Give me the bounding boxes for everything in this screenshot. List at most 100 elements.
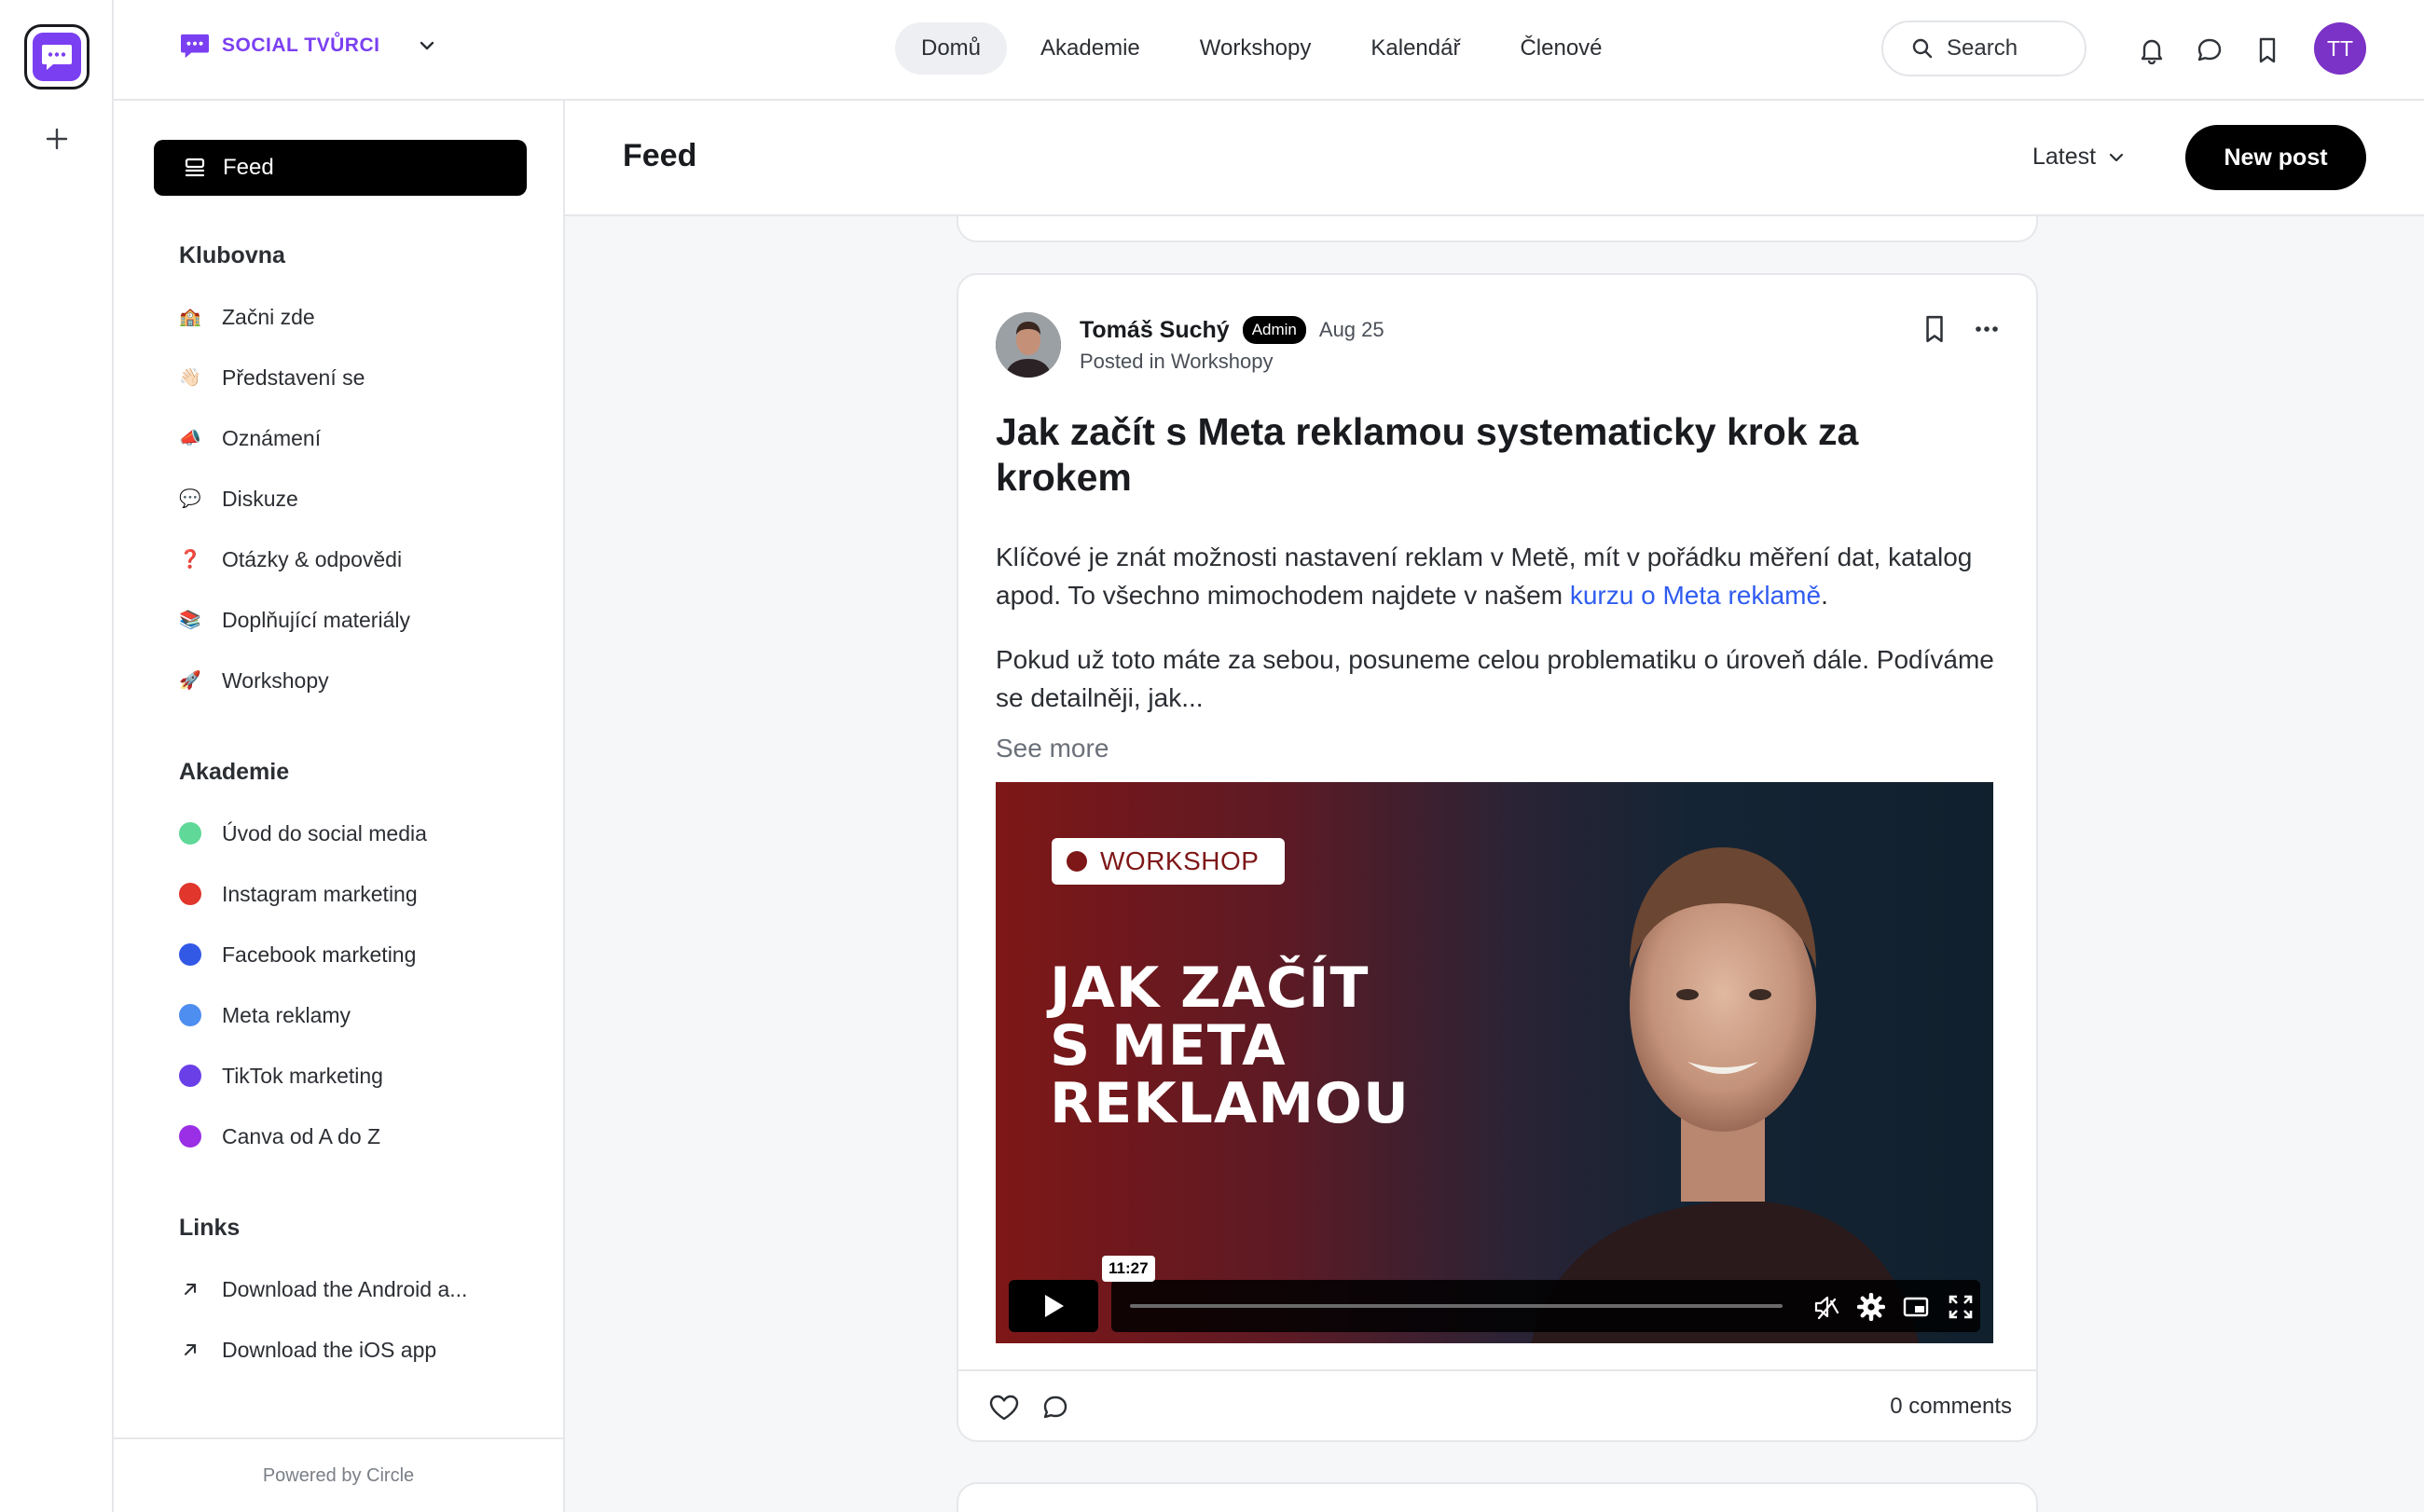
author-line: Tomáš Suchý Admin Aug 25 [1080, 316, 1384, 344]
messages-icon[interactable] [2191, 32, 2228, 69]
nav-kalendar[interactable]: Kalendář [1344, 22, 1486, 75]
nav-clenove[interactable]: Členové [1494, 22, 1628, 75]
add-community-plus-icon[interactable] [41, 123, 73, 155]
color-dot [179, 1065, 201, 1087]
rocket-icon: 🚀 [179, 671, 201, 691]
post-footer: 0 comments [958, 1369, 2036, 1442]
nav-akademie[interactable]: Akademie [1014, 22, 1166, 75]
sort-dropdown[interactable]: Latest [2032, 144, 2124, 171]
sidebar-item-uvod[interactable]: Úvod do social media [179, 810, 427, 857]
course-link[interactable]: kurzu o Meta reklamě [1570, 581, 1821, 610]
bookmark-icon[interactable] [1922, 314, 1947, 344]
sidebar-item-predstaveni[interactable]: 👋🏻 Představení se [179, 354, 365, 401]
sidebar-item-feed[interactable]: Feed [154, 140, 527, 196]
main-content: Tomáš Suchý Admin Aug 25 Posted in Works… [565, 101, 2424, 1512]
sidebar-item-meta[interactable]: Meta reklamy [179, 992, 351, 1038]
sidebar-item-oznameni[interactable]: 📣 Oznámení [179, 415, 321, 461]
fullscreen-icon[interactable] [1947, 1293, 1975, 1321]
sidebar-item-label: Začni zde [222, 304, 315, 329]
video-player[interactable]: WORKSHOP JAK ZAČÍT S META REKLAMOU 11:27 [996, 782, 1993, 1343]
community-switcher-logo[interactable] [24, 24, 90, 89]
post-body-paragraph-1: Klíčové je znát možnosti nastavení rekla… [996, 538, 2003, 614]
video-duration-tooltip: 11:27 [1102, 1256, 1155, 1282]
new-post-button[interactable]: New post [2185, 125, 2366, 190]
school-icon: 🏫 [179, 308, 201, 327]
bell-icon[interactable] [2133, 32, 2170, 69]
nav-domu[interactable]: Domů [895, 22, 1008, 75]
picture-in-picture-icon[interactable] [1902, 1293, 1930, 1321]
play-button[interactable] [1009, 1280, 1098, 1332]
arrow-up-right-icon [179, 1339, 201, 1361]
sidebar-item-label: Feed [223, 155, 274, 180]
sidebar: Feed Klubovna 🏫 Začni zde 👋🏻 Představení s… [114, 101, 565, 1512]
sidebar-item-label: Oznámení [222, 425, 322, 450]
nav-workshopy[interactable]: Workshopy [1174, 22, 1338, 75]
workshop-badge: WORKSHOP [1052, 838, 1286, 885]
posted-in[interactable]: Posted in Workshopy [1080, 350, 1273, 374]
brand[interactable]: SOCIAL TVŮRCI [179, 32, 435, 60]
brand-name: SOCIAL TVŮRCI [222, 34, 380, 56]
bookmark-icon[interactable] [2249, 32, 2286, 69]
presenter-image [1531, 847, 1919, 1343]
more-options-icon[interactable] [1975, 325, 1999, 333]
sidebar-item-materialy[interactable]: 📚 Doplňující materiály [179, 597, 410, 643]
progress-track[interactable] [1130, 1304, 1783, 1308]
sidebar-item-label: Download the iOS app [222, 1337, 437, 1362]
question-mark-icon: ❓ [179, 550, 201, 570]
search-button[interactable]: Search [1881, 21, 2087, 76]
sidebar-item-label: Canva od A do Z [222, 1123, 381, 1148]
sidebar-item-instagram[interactable]: Instagram marketing [179, 871, 418, 917]
sidebar-item-workshopy[interactable]: 🚀 Workshopy [179, 657, 329, 704]
video-title-line: S META [1050, 1013, 1287, 1079]
sidebar-item-otazky[interactable]: ❓ Otázky & odpovědi [179, 536, 402, 583]
chevron-down-icon[interactable] [419, 40, 435, 51]
heart-icon[interactable] [988, 1394, 1020, 1422]
sidebar-item-label: Otázky & odpovědi [222, 546, 403, 571]
sidebar-item-label: Meta reklamy [222, 1002, 351, 1027]
sidebar-item-facebook[interactable]: Facebook marketing [179, 931, 416, 978]
section-title-klubovna: Klubovna [179, 242, 285, 268]
volume-muted-icon[interactable] [1812, 1293, 1840, 1321]
sidebar-item-label: Představení se [222, 364, 365, 390]
comment-icon[interactable] [1040, 1394, 1070, 1422]
admin-badge: Admin [1242, 316, 1306, 344]
comments-count[interactable]: 0 comments [1890, 1394, 2012, 1420]
post-tools [1922, 314, 1999, 344]
color-dot [179, 943, 201, 966]
video-title: JAK ZAČÍT S META REKLAMOU [1050, 959, 1410, 1133]
top-bar: SOCIAL TVŮRCI Domů Akademie Workshopy Ka… [114, 0, 2424, 101]
record-dot [1067, 851, 1087, 872]
search-label: Search [1947, 35, 2018, 61]
megaphone-icon: 📣 [179, 429, 201, 448]
sidebar-link-android[interactable]: Download the Android a... [179, 1266, 467, 1313]
sidebar-item-label: TikTok marketing [222, 1063, 383, 1088]
sidebar-item-tiktok[interactable]: TikTok marketing [179, 1052, 383, 1099]
chevron-down-icon [2109, 153, 2124, 162]
see-more-link[interactable]: See more [996, 734, 1109, 763]
video-controls-bar [1111, 1280, 1980, 1332]
sidebar-item-zacni-zde[interactable]: 🏫 Začni zde [179, 294, 315, 340]
page-title: Feed [623, 138, 697, 173]
settings-gear-icon[interactable] [1857, 1293, 1885, 1321]
powered-by-circle[interactable]: Powered by Circle [114, 1437, 563, 1512]
sidebar-item-label: Download the Android a... [222, 1276, 468, 1301]
next-post-card [957, 1482, 2038, 1512]
post-title[interactable]: Jak začít s Meta reklamou systematicky k… [996, 409, 1984, 501]
sidebar-item-canva[interactable]: Canva od A do Z [179, 1113, 380, 1160]
user-avatar[interactable]: TT [2314, 22, 2366, 75]
play-icon [1045, 1295, 1064, 1317]
author-name[interactable]: Tomáš Suchý [1080, 317, 1230, 344]
post-date[interactable]: Aug 25 [1319, 318, 1384, 342]
sidebar-link-ios[interactable]: Download the iOS app [179, 1326, 436, 1373]
workshop-badge-label: WORKSHOP [1100, 846, 1260, 875]
sidebar-item-label: Workshopy [222, 667, 329, 693]
feed-icon [184, 157, 206, 179]
author-avatar[interactable] [996, 312, 1061, 378]
books-icon: 📚 [179, 611, 201, 630]
speech-bubble-icon: 💬 [179, 489, 201, 509]
color-dot [179, 883, 201, 905]
sidebar-item-diskuze[interactable]: 💬 Diskuze [179, 475, 298, 522]
color-dot [179, 822, 201, 845]
community-rail [0, 0, 114, 1512]
sidebar-item-label: Instagram marketing [222, 881, 418, 906]
